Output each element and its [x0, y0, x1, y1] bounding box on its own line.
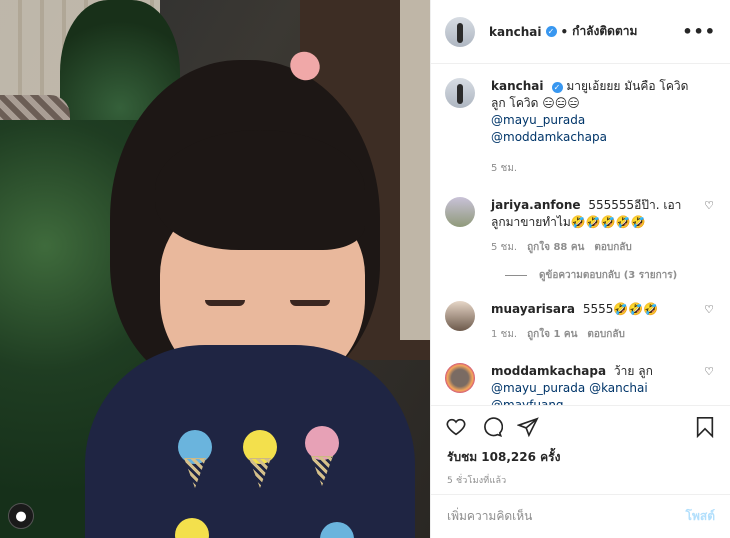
author-avatar[interactable] [445, 16, 475, 47]
mention-link[interactable]: @moddamkachapa [491, 130, 607, 144]
comment-likes[interactable]: ถูกใจ 1 คน [527, 326, 577, 343]
comment-avatar[interactable] [445, 301, 475, 331]
following-button[interactable]: กำลังติดตาม [572, 22, 637, 41]
comment-time[interactable]: 5 ชม. [491, 239, 517, 256]
share-icon[interactable] [517, 416, 539, 438]
comment-username[interactable]: moddamkachapa [491, 364, 606, 378]
comment-time[interactable]: 5 ชม. [491, 160, 517, 177]
comment-likes[interactable]: ถูกใจ 88 คน [527, 239, 584, 256]
tagged-users-icon[interactable]: ● [8, 503, 34, 529]
heart-icon[interactable]: ♡ [704, 199, 714, 212]
view-replies-label: ดูข้อความตอบกลับ (3 รายการ) [539, 270, 678, 281]
comment-username[interactable]: muayarisara [491, 302, 575, 316]
comment-input[interactable]: เพิ่มความคิดเห็น [447, 507, 532, 526]
verified-badge-icon: ✓ [545, 26, 557, 37]
shirt-pom-pink [305, 426, 339, 460]
girl-fringe [155, 130, 365, 250]
mention-link[interactable]: @mayu_purada [491, 113, 585, 127]
bookmark-icon[interactable] [694, 416, 716, 438]
heart-icon[interactable] [445, 416, 467, 438]
heart-icon[interactable]: ♡ [704, 303, 714, 316]
girl-eye-left [205, 300, 245, 306]
post-button[interactable]: โพสต์ [686, 507, 715, 526]
verified-badge-icon: ✓ [551, 82, 563, 93]
author-username[interactable]: kanchai [489, 25, 542, 39]
comment-text: ว้าย ลูก [613, 364, 653, 378]
comments-list[interactable]: kanchai ✓ มายูเอ้ยยย มันคือ โควิดลูก โควิ… [431, 64, 730, 406]
girl-eye-right [290, 300, 330, 306]
caption-avatar[interactable] [445, 78, 475, 108]
posted-time[interactable]: 5 ชั่วโมงที่แล้ว [431, 467, 730, 487]
reply-button[interactable]: ตอบกลับ [594, 239, 631, 256]
comment-avatar[interactable] [445, 197, 475, 227]
comment-item: jariya.anfone 555555อีป๊า. เอาลูกมาขายทำ… [445, 197, 714, 256]
heart-icon[interactable]: ♡ [704, 365, 714, 378]
view-replies-button[interactable]: ดูข้อความตอบกลับ (3 รายการ) [505, 268, 714, 283]
post-video[interactable]: ● [0, 0, 430, 538]
view-count[interactable]: รับชม 108,226 ครั้ง [431, 448, 730, 467]
comment-username[interactable]: jariya.anfone [491, 198, 581, 212]
replies-divider [505, 275, 527, 276]
comment-item: muayarisara 5555🤣🤣🤣 1 ชม. ถูกใจ 1 คน ตอบ… [445, 301, 714, 343]
comment-time[interactable]: 1 ชม. [491, 326, 517, 343]
mention-link[interactable]: @mayu_purada [491, 381, 585, 395]
background-light [400, 0, 430, 340]
comment-text: 5555🤣🤣🤣 [582, 302, 659, 316]
comment-icon[interactable] [481, 416, 503, 438]
reply-button[interactable]: ตอบกลับ [587, 326, 624, 343]
comment-item: moddamkachapa ว้าย ลูก @mayu_purada @kan… [445, 363, 714, 405]
comment-avatar[interactable] [445, 363, 475, 393]
comment-composer: เพิ่มความคิดเห็น โพสต์ [431, 494, 730, 538]
caption: kanchai ✓ มายูเอ้ยยย มันคือ โควิดลูก โควิ… [445, 78, 714, 177]
header-separator: • [560, 24, 569, 39]
comment-username[interactable]: kanchai [491, 79, 544, 93]
mention-link[interactable]: @kanchai [589, 381, 648, 395]
more-dots-icon[interactable]: ••• [682, 22, 716, 41]
post-side-panel: kanchai ✓ • กำลังติดตาม ••• kanchai ✓ มาย… [430, 0, 730, 538]
mention-link[interactable]: @mayfuang [491, 398, 564, 405]
post-actions [431, 406, 730, 448]
post-header: kanchai ✓ • กำลังติดตาม ••• [431, 0, 730, 64]
